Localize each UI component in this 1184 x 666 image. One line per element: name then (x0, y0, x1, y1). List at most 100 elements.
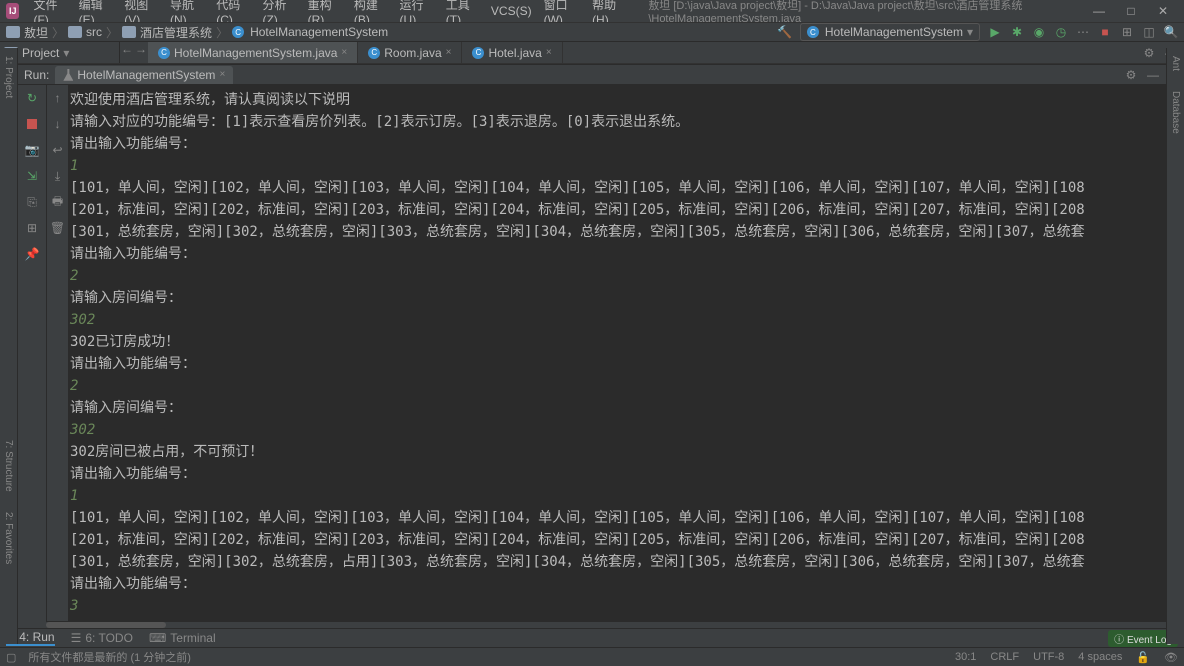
build-hammer-icon[interactable]: 🔨 (778, 25, 792, 39)
console-output[interactable]: 欢迎使用酒店管理系统，请认真阅读以下说明请输入对应的功能编号：[1]表示查看房价… (68, 85, 1166, 621)
file-encoding[interactable]: UTF-8 (1033, 651, 1064, 663)
readonly-icon[interactable]: 🔓 (1136, 651, 1150, 664)
scroll-icon[interactable]: ⤓ (49, 167, 67, 185)
editor-tab-bar: Project ▾ ← → C HotelManagementSystem.ja… (0, 42, 1184, 64)
console-line: 请出输入功能编号： (70, 243, 1162, 265)
indent-setting[interactable]: 4 spaces (1078, 651, 1122, 663)
bottom-tool-tabs: ▶ 4: Run ☰ 6: TODO ⌨ Terminal ⓘ Event Lo… (0, 628, 1184, 647)
line-separator[interactable]: CRLF (990, 651, 1019, 663)
wrap-icon[interactable]: ↩ (49, 141, 67, 159)
layout-icon[interactable]: ⊞ (1120, 25, 1134, 39)
nav-fwd-icon[interactable]: → (134, 42, 148, 56)
tab-label: Hotel.java (488, 46, 541, 60)
console-line: 请输入房间编号： (70, 397, 1162, 419)
horizontal-scrollbar[interactable] (46, 621, 1166, 628)
window-minimize-icon[interactable]: — (1092, 4, 1106, 18)
tool-project[interactable]: 1: Project (3, 56, 14, 98)
gear-icon[interactable]: ⚙ (1142, 46, 1156, 60)
console-gutter: ↑ ↓ ↩ ⤓ 🖶 🗑 (46, 85, 68, 621)
breadcrumb-item[interactable]: 酒店管理系统 (140, 24, 212, 41)
editor-tab[interactable]: C Hotel.java × (462, 42, 562, 63)
console-line: [301，总统套房，空闲][302，总统套房，占用][303，总统套房，空闲][… (70, 551, 1162, 573)
class-icon: C (807, 26, 819, 38)
chevron-right-icon: 〉 (106, 24, 118, 41)
folder-icon (6, 26, 20, 38)
tool-todo-tab[interactable]: ☰ 6: TODO (71, 631, 133, 645)
new-window-icon[interactable]: ◫ (1142, 25, 1156, 39)
status-message: 所有文件都是最新的 (1 分钟之前) (28, 649, 191, 665)
chevron-down-icon: ▾ (967, 25, 973, 39)
console-line: [101，单人间，空闲][102，单人间，空闲][103，单人间，空闲][104… (70, 177, 1162, 199)
hide-icon[interactable]: — (1146, 68, 1160, 82)
list-icon: ☰ (71, 631, 82, 645)
pin-icon[interactable]: 📌 (23, 245, 41, 263)
search-icon[interactable]: 🔍 (1164, 25, 1178, 39)
tool-structure[interactable]: 7: Structure (3, 440, 14, 492)
menubar: IJ 文件(F) 编辑(E) 视图(V) 导航(N) 代码(C) 分析(Z) 重… (0, 0, 1184, 22)
class-icon: C (368, 47, 380, 59)
window-close-icon[interactable]: ✕ (1156, 4, 1170, 18)
tool-ant[interactable]: Ant (1170, 56, 1181, 71)
exit-icon[interactable]: ⎘ (23, 193, 41, 211)
tool-favorites[interactable]: 2: Favorites (3, 512, 14, 564)
console-line: 3 (70, 595, 1162, 617)
tool-terminal-tab[interactable]: ⌨ Terminal (149, 631, 216, 645)
toolwindow-icon[interactable]: ▢ (6, 651, 16, 664)
breadcrumb-item[interactable]: src (86, 25, 102, 39)
debug-icon[interactable]: ✱ (1010, 25, 1024, 39)
breadcrumb-item[interactable]: 敖坦 (24, 24, 48, 41)
gear-icon[interactable]: ⚙ (1124, 68, 1138, 82)
stop-icon[interactable]: ■ (1098, 25, 1112, 39)
coverage-icon[interactable]: ◉ (1032, 25, 1046, 39)
console-line: 请输入对应的功能编号：[1]表示查看房价列表。[2]表示订房。[3]表示退房。[… (70, 111, 1162, 133)
status-bar: ▢ 所有文件都是最新的 (1 分钟之前) 30:1 CRLF UTF-8 4 s… (0, 647, 1184, 666)
editor-tab[interactable]: C Room.java × (358, 42, 462, 63)
run-icon[interactable]: ▶ (988, 25, 1002, 39)
layout-icon[interactable]: ⊞ (23, 219, 41, 237)
console-line: 302 (70, 419, 1162, 441)
run-header-label: Run: (24, 68, 49, 82)
project-tool-button[interactable]: Project ▾ (0, 42, 120, 63)
console-line: [301，总统套房，空闲][302，总统套房，空闲][303，总统套房，空闲][… (70, 221, 1162, 243)
close-icon[interactable]: × (341, 47, 347, 58)
down-icon[interactable]: ↓ (49, 115, 67, 133)
close-icon[interactable]: × (219, 69, 225, 80)
tab-label: Room.java (384, 46, 441, 60)
folder-icon (68, 26, 82, 38)
console-line: 请出输入功能编号： (70, 573, 1162, 595)
tool-database[interactable]: Database (1170, 91, 1181, 134)
print-icon[interactable]: 🖶 (49, 193, 67, 211)
tab-label: Terminal (170, 631, 215, 645)
step-icon[interactable]: ⇲ (23, 167, 41, 185)
attach-icon[interactable]: ⋯ (1076, 25, 1090, 39)
right-tool-strip: Ant Database (1166, 48, 1184, 644)
breadcrumb-item[interactable]: HotelManagementSystem (250, 25, 388, 39)
console-line: [101，单人间，空闲][102，单人间，空闲][103，单人间，空闲][104… (70, 507, 1162, 529)
console-line: 欢迎使用酒店管理系统，请认真阅读以下说明 (70, 89, 1162, 111)
chevron-right-icon: 〉 (216, 24, 228, 41)
clear-icon[interactable]: 🗑 (49, 219, 67, 237)
editor-tab[interactable]: C HotelManagementSystem.java × (148, 42, 358, 63)
profile-icon[interactable]: ◷ (1054, 25, 1068, 39)
up-icon[interactable]: ↑ (49, 89, 67, 107)
nav-back-icon[interactable]: ← (120, 42, 134, 56)
window-maximize-icon[interactable]: □ (1124, 4, 1138, 18)
menu-vcs[interactable]: VCS(S) (485, 4, 538, 18)
close-icon[interactable]: × (446, 47, 452, 58)
close-icon[interactable]: × (546, 47, 552, 58)
run-panel: ↻ 📷 ⇲ ⎘ ⊞ 📌 ↑ ↓ ↩ ⤓ 🖶 🗑 欢迎使用酒店管理系统，请认真阅读… (18, 85, 1166, 621)
run-tab[interactable]: HotelManagementSystem × (55, 66, 233, 84)
tab-label: HotelManagementSystem.java (174, 46, 337, 60)
caret-position[interactable]: 30:1 (955, 651, 976, 663)
rerun-icon[interactable]: ↻ (23, 89, 41, 107)
run-gutter: ↻ 📷 ⇲ ⎘ ⊞ 📌 (18, 85, 46, 621)
console-line: [201，标准间，空闲][202，标准间，空闲][203，标准间，空闲][204… (70, 199, 1162, 221)
info-icon: ⓘ (1114, 635, 1124, 646)
run-config-selector[interactable]: C HotelManagementSystem ▾ (800, 23, 980, 41)
inspection-icon[interactable]: 👁 (1164, 651, 1178, 664)
stop-button[interactable] (23, 115, 41, 133)
camera-icon[interactable]: 📷 (23, 141, 41, 159)
folder-icon (122, 26, 136, 38)
console-line: 2 (70, 375, 1162, 397)
console-line: 2 (70, 265, 1162, 287)
